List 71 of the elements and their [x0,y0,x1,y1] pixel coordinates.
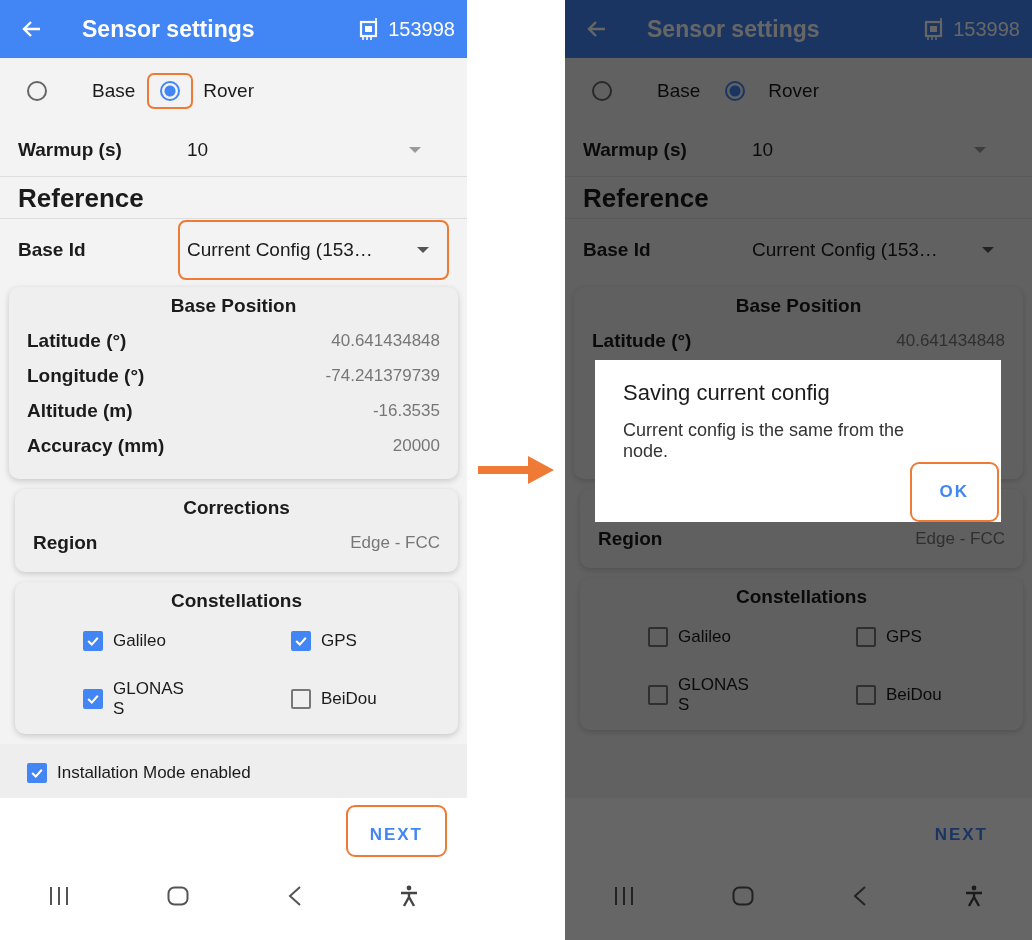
checkbox-label: BeiDou [886,685,942,705]
warmup-dropdown[interactable]: 10 [743,128,1014,172]
field-label: Base Id [18,239,87,261]
dropdown-caret-icon [974,147,986,153]
checkbox[interactable] [856,685,876,705]
home-icon [732,886,755,906]
field-label: Accuracy (mm) [27,434,165,457]
card-title: Corrections [182,497,291,520]
radio-label: Rover [203,80,254,102]
dropdown-caret-icon [409,147,421,153]
checkbox[interactable] [291,631,311,651]
checkbox-label: Installation Mode enabled [57,763,251,783]
field-value: -74.241379739 [325,365,440,386]
field-value: 20000 [392,435,440,456]
home-icon [167,886,190,906]
field-label: Altitude (m) [27,399,133,422]
checkbox[interactable] [648,627,668,647]
screen-title: Sensor settings [82,15,256,43]
radio-label: Base [92,80,136,102]
device-id: 153998 [953,17,1020,41]
dropdown-caret-icon [982,247,994,253]
field-label: Base Id [583,239,652,261]
checkbox-label: Galileo [678,627,731,647]
checkbox-label: GPS [886,627,922,647]
field-label: Region [598,527,663,550]
base-id-dropdown[interactable]: Current Config (153… [178,220,449,280]
card-title: Base Position [169,295,298,318]
next-button[interactable]: NEXT [910,805,1012,857]
checkbox-label: BeiDou [321,689,377,709]
section-title: Reference [0,177,467,219]
checkbox-label: GLONASS [678,675,750,715]
radio-button[interactable] [147,73,194,109]
checkbox-label: GLONASS [113,679,185,719]
ok-button[interactable]: OK [909,462,999,522]
radio-label: Rover [768,80,819,102]
dialog-message: Current config is the same from the node. [623,420,906,462]
next-button[interactable]: NEXT [345,805,447,857]
recent-apps-icon [614,885,635,907]
card-title: Constellations [170,590,303,613]
field-label: Region [33,531,98,554]
checkbox-label: GPS [321,631,357,651]
field-label: Warmup (s) [18,139,123,161]
checkbox[interactable] [83,689,103,709]
screen-title: Sensor settings [647,15,821,43]
warmup-dropdown[interactable]: 10 [178,128,449,172]
checkbox[interactable] [291,689,311,709]
checkbox-label: Galileo [113,631,166,651]
back-icon [852,886,867,906]
base-id-dropdown[interactable]: Current Config (153… [743,220,1014,280]
field-label: Warmup (s) [583,139,688,161]
recent-apps-icon [49,885,70,907]
device-id: 153998 [388,17,455,41]
dialog-title: Saving current config [623,380,831,406]
field-label: Latitude (°) [592,329,692,352]
checkbox[interactable] [856,627,876,647]
accessibility-icon [399,885,418,907]
card-title: Base Position [734,295,863,318]
radio-label: Base [657,80,701,102]
checkbox[interactable] [83,631,103,651]
checkbox[interactable] [27,763,47,783]
field-value: Edge - FCC [350,532,440,553]
section-title: Reference [565,177,1032,219]
field-value: -16.3535 [372,400,440,421]
field-value: 40.641434848 [331,330,440,351]
checkbox[interactable] [648,685,668,705]
card-title: Constellations [735,586,868,609]
dropdown-caret-icon [417,247,429,253]
field-label: Longitude (°) [27,364,145,387]
back-icon [287,886,302,906]
field-label: Latitude (°) [27,329,127,352]
accessibility-icon [964,885,983,907]
